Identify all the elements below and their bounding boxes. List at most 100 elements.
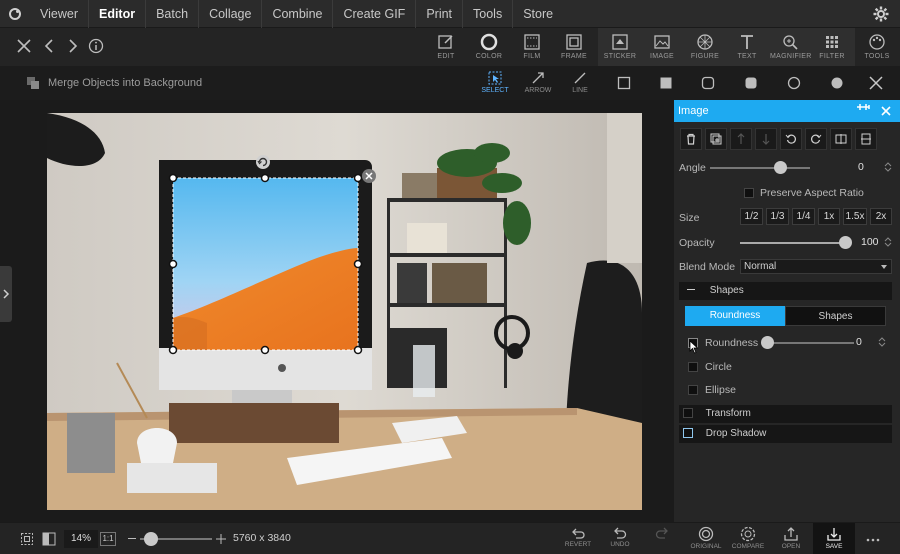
arrow-tool[interactable]: ARROW [518, 70, 558, 98]
circle-filled-icon[interactable] [829, 75, 845, 91]
tool-color[interactable]: COLOR [469, 31, 509, 65]
circle-label: Circle [705, 361, 732, 373]
compare-button[interactable]: COMPARE [728, 526, 768, 554]
select-tool[interactable]: SELECT [475, 70, 515, 98]
size-1-5x-button[interactable]: 1.5x [843, 208, 867, 225]
tool-frame[interactable]: FRAME [554, 31, 594, 65]
rectangle-filled-icon[interactable] [658, 75, 674, 91]
angle-spinner-icon[interactable] [884, 161, 892, 173]
angle-value[interactable]: 0 [858, 161, 864, 173]
menu-batch[interactable]: Batch [146, 0, 200, 28]
line-tool[interactable]: LINE [560, 70, 600, 98]
expand-left-panel-button[interactable] [0, 266, 12, 322]
transform-checkbox[interactable] [683, 408, 693, 418]
menu-store[interactable]: Store [513, 0, 563, 28]
drop-shadow-section[interactable]: Drop Shadow [679, 425, 892, 443]
delete-icon[interactable] [680, 128, 702, 150]
duplicate-icon[interactable] [705, 128, 727, 150]
zoom-out-icon[interactable] [128, 538, 136, 539]
preserve-aspect-checkbox[interactable] [744, 188, 754, 198]
menu-viewer[interactable]: Viewer [30, 0, 89, 28]
drop-shadow-checkbox[interactable] [683, 428, 693, 438]
circle-checkbox[interactable] [688, 362, 698, 372]
zoom-in-icon[interactable] [216, 533, 226, 544]
tool-magnifier[interactable]: MAGNIFIER [770, 31, 811, 65]
ellipse-checkbox[interactable] [688, 385, 698, 395]
opacity-spinner-icon[interactable] [884, 236, 892, 248]
tool-tools[interactable]: TOOLS [857, 31, 897, 65]
roundness-slider-track[interactable] [764, 342, 854, 344]
bring-forward-icon[interactable] [730, 128, 752, 150]
original-button[interactable]: ORIGINAL [686, 526, 726, 554]
menu-combine[interactable]: Combine [262, 0, 334, 28]
merge-objects-button[interactable]: Merge Objects into Background [26, 76, 202, 90]
transform-section[interactable]: Transform [679, 405, 892, 423]
open-button[interactable]: OPEN [771, 526, 811, 554]
save-button[interactable]: SAVE [813, 523, 855, 554]
opacity-slider-track[interactable] [740, 242, 850, 244]
size-quarter-button[interactable]: 1/4 [792, 208, 815, 225]
menu-create-gif[interactable]: Create GIF [333, 0, 417, 28]
opacity-slider-knob[interactable] [839, 236, 852, 249]
tool-sticker[interactable]: STICKER [600, 31, 640, 65]
redo-button[interactable] [642, 526, 682, 554]
angle-slider-track[interactable] [710, 167, 810, 169]
flip-vertical-icon[interactable] [855, 128, 877, 150]
tab-shapes[interactable]: Shapes [785, 306, 886, 326]
close-panel-icon[interactable] [867, 74, 885, 92]
grid-icon[interactable] [20, 532, 34, 546]
circle-outline-icon[interactable] [786, 75, 802, 91]
menu-tools[interactable]: Tools [463, 0, 514, 28]
fit-1-1-button[interactable]: 1:1 [100, 532, 116, 546]
pasted-image-object[interactable] [173, 178, 358, 350]
menu-editor[interactable]: Editor [89, 0, 147, 28]
canvas-photo[interactable] [47, 113, 642, 510]
tool-filter[interactable]: FILTER [812, 31, 852, 65]
roundness-slider-knob[interactable] [761, 336, 774, 349]
roundness-value[interactable]: 0 [856, 336, 862, 348]
blend-mode-label: Blend Mode [679, 261, 736, 273]
flip-horizontal-icon[interactable] [830, 128, 852, 150]
collapse-icon [687, 289, 695, 290]
split-view-icon[interactable] [42, 532, 56, 546]
shapes-section-header[interactable]: Shapes [679, 282, 892, 300]
menu-print[interactable]: Print [416, 0, 464, 28]
size-2x-button[interactable]: 2x [870, 208, 892, 225]
info-icon[interactable] [88, 38, 106, 56]
angle-slider-knob[interactable] [774, 161, 787, 174]
tool-film[interactable]: FILM [512, 31, 552, 65]
zoom-slider-knob[interactable] [144, 532, 158, 546]
roundness-spinner-icon[interactable] [878, 336, 886, 348]
rectangle-outline-icon[interactable] [616, 75, 632, 91]
revert-button[interactable]: REVERT [558, 526, 598, 554]
forward-icon[interactable] [64, 38, 82, 56]
opacity-value[interactable]: 100 [861, 236, 879, 248]
back-icon[interactable] [42, 38, 60, 56]
delete-object-icon[interactable] [361, 168, 377, 184]
rotate-right-icon[interactable] [805, 128, 827, 150]
tool-image[interactable]: IMAGE [642, 31, 682, 65]
close-icon[interactable] [16, 38, 34, 56]
panel-close-icon[interactable] [880, 100, 892, 125]
tool-text[interactable]: TEXT [727, 31, 767, 65]
panel-header: Image [674, 100, 900, 122]
gear-icon[interactable] [872, 5, 890, 23]
undo-button[interactable]: UNDO [600, 526, 640, 554]
zoom-value[interactable]: 14% [64, 530, 98, 548]
tool-edit[interactable]: EDIT [426, 31, 466, 65]
rotate-left-icon[interactable] [780, 128, 802, 150]
tool-figure[interactable]: FIGURE [685, 31, 725, 65]
app-logo-icon[interactable] [0, 0, 30, 28]
pin-icon[interactable] [856, 100, 870, 125]
send-backward-icon[interactable] [755, 128, 777, 150]
rounded-rect-filled-icon[interactable] [743, 75, 759, 91]
blend-mode-select[interactable]: Normal [740, 259, 892, 274]
size-1x-button[interactable]: 1x [818, 208, 840, 225]
more-options-icon[interactable] [866, 532, 880, 542]
size-half-button[interactable]: 1/2 [740, 208, 763, 225]
tab-roundness[interactable]: Roundness [685, 306, 785, 326]
size-third-button[interactable]: 1/3 [766, 208, 789, 225]
menu-collage[interactable]: Collage [199, 0, 263, 28]
rotate-handle-icon[interactable] [255, 154, 271, 170]
rounded-rect-outline-icon[interactable] [700, 75, 716, 91]
